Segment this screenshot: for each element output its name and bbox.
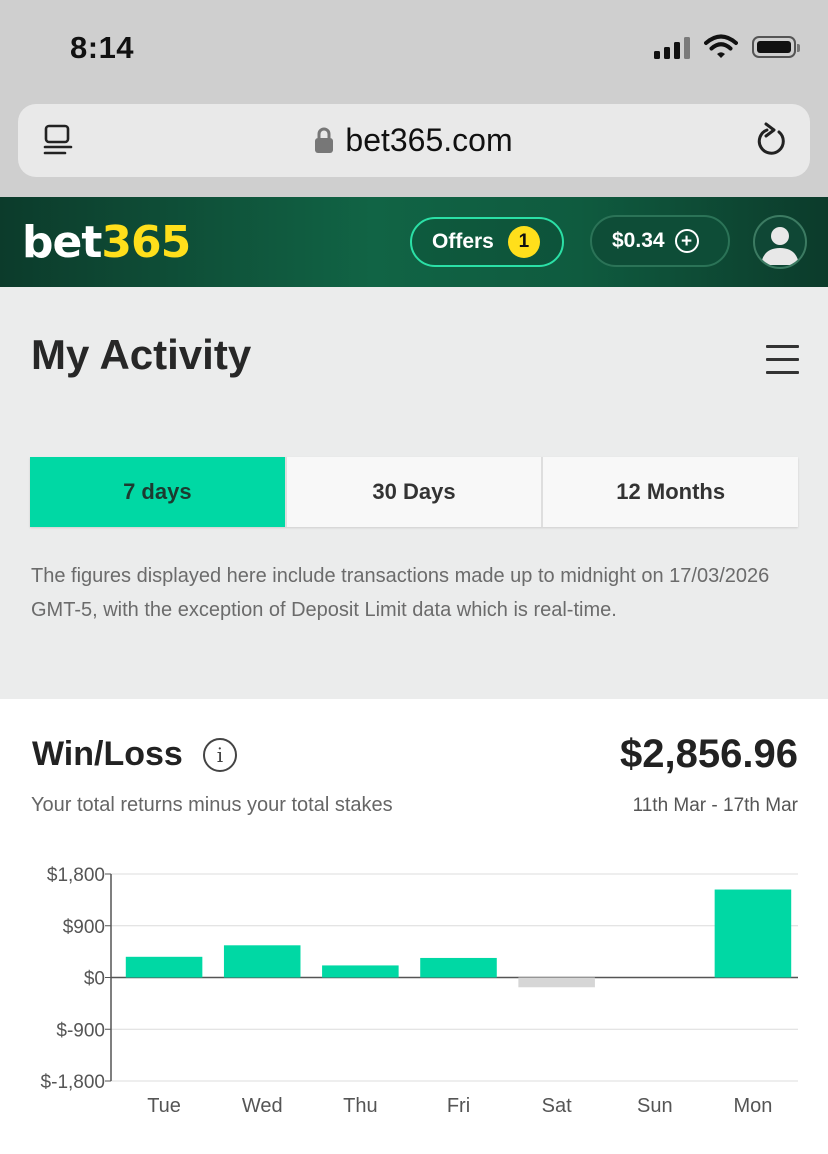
activity-section: My Activity 7 days 30 Days 12 Months The… bbox=[0, 287, 828, 699]
balance-amount: $0.34 bbox=[612, 229, 665, 252]
address-bar[interactable]: bet365.com bbox=[18, 104, 810, 177]
offers-label: Offers bbox=[432, 230, 494, 253]
period-tabs: 7 days 30 Days 12 Months bbox=[30, 457, 799, 527]
bar-wed bbox=[223, 945, 301, 978]
winloss-date-range: 11th Mar - 17th Mar bbox=[632, 795, 798, 816]
offers-count-badge: 1 bbox=[507, 226, 540, 258]
cellular-signal-icon bbox=[654, 35, 690, 59]
winloss-bar-chart: $1,800 $900 $0 $-900 $-1,800 Tue Wed Thu Fri Sat S… bbox=[41, 865, 798, 1117]
x-tick-label: Wed bbox=[242, 1095, 283, 1117]
winloss-total-amount: $2,856.96 bbox=[620, 732, 798, 776]
url-text: bet365.com bbox=[345, 122, 513, 158]
x-tick-label: Sat bbox=[542, 1095, 572, 1117]
logo-text-bet: bet bbox=[22, 217, 102, 268]
y-tick-label: $-1,800 bbox=[41, 1072, 105, 1093]
browser-chrome: 8:14 bet365.com bbox=[0, 0, 828, 197]
winloss-card: Win/Loss i Your total returns minus your… bbox=[0, 699, 828, 1154]
bar-fri bbox=[420, 957, 497, 978]
page-title: My Activity bbox=[31, 331, 252, 378]
y-tick-label: $0 bbox=[84, 969, 105, 990]
x-tick-label: Mon bbox=[733, 1095, 772, 1117]
status-time: 8:14 bbox=[70, 30, 135, 65]
url-display[interactable]: bet365.com bbox=[18, 122, 810, 159]
x-tick-label: Tue bbox=[147, 1095, 181, 1117]
battery-icon bbox=[752, 36, 800, 58]
hamburger-menu-icon[interactable] bbox=[766, 345, 799, 374]
bar-sat bbox=[518, 977, 595, 988]
y-tick-label: $-900 bbox=[56, 1020, 105, 1041]
y-tick-label: $1,800 bbox=[47, 865, 105, 886]
lock-icon bbox=[315, 127, 334, 153]
logo-text-365: 365 bbox=[101, 217, 191, 268]
tab-12-months[interactable]: 12 Months bbox=[541, 457, 799, 527]
bar-tue bbox=[125, 956, 203, 978]
y-tick-label: $900 bbox=[63, 917, 105, 938]
offers-button[interactable]: Offers 1 bbox=[410, 217, 564, 267]
balance-button[interactable]: $0.34 + bbox=[590, 215, 730, 267]
bar-thu bbox=[322, 965, 399, 978]
info-icon[interactable]: i bbox=[203, 738, 237, 772]
x-tick-label: Sun bbox=[637, 1095, 673, 1117]
winloss-title: Win/Loss bbox=[32, 735, 183, 773]
x-tick-label: Thu bbox=[343, 1095, 377, 1117]
reload-icon[interactable] bbox=[754, 121, 790, 161]
disclaimer-text: The figures displayed here include trans… bbox=[31, 565, 770, 621]
account-avatar-icon[interactable] bbox=[753, 215, 807, 269]
tab-7-days[interactable]: 7 days bbox=[30, 457, 285, 527]
winloss-subtitle: Your total returns minus your total stak… bbox=[31, 794, 393, 816]
tab-30-days[interactable]: 30 Days bbox=[284, 457, 542, 527]
add-funds-icon: + bbox=[674, 229, 699, 253]
bet365-logo[interactable]: bet365 bbox=[22, 217, 191, 268]
site-header: bet365 Offers 1 $0.34 + bbox=[0, 197, 828, 287]
bar-mon bbox=[714, 889, 792, 978]
status-icons bbox=[654, 34, 800, 60]
x-tick-label: Fri bbox=[447, 1095, 470, 1117]
wifi-icon bbox=[704, 34, 738, 58]
